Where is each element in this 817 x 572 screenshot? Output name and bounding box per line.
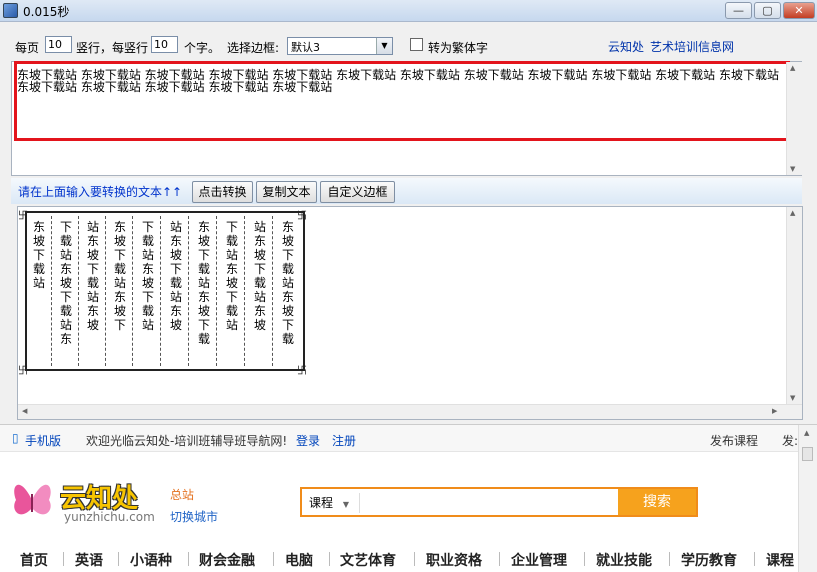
close-button[interactable]: ✕: [783, 2, 815, 19]
output-column: 站 东坡下载站 东坡: [81, 216, 106, 366]
post-trunc-link[interactable]: 发:: [782, 432, 798, 449]
copy-button[interactable]: 复制文本: [256, 181, 317, 203]
search-button[interactable]: 搜索: [618, 489, 696, 515]
per-column-label: 竖行，每竖行: [76, 41, 149, 55]
column-text: 下载站 东坡下载站: [142, 220, 155, 332]
search-type-value: 课程: [309, 496, 334, 510]
output-column: 东坡下载站: [27, 216, 52, 366]
nav-divider: [329, 552, 330, 566]
scroll-down-icon[interactable]: ▼: [790, 165, 795, 173]
nav-item[interactable]: 学历教育: [681, 550, 737, 570]
column-text: 东坡下载站 东坡下载: [282, 220, 295, 346]
input-hint: 请在上面输入要转换的文本↑↑: [18, 185, 183, 199]
column-text: 站 东坡下载站 东坡: [87, 220, 100, 332]
chars-label: 个字。: [184, 41, 221, 55]
per-page-label: 每页: [15, 41, 40, 55]
search-bar: 课程 ▼ 搜索: [300, 487, 698, 517]
nav-item[interactable]: 职业资格: [426, 550, 482, 570]
nav-divider: [118, 552, 119, 566]
chars-input[interactable]: 10: [151, 36, 178, 53]
link-yunzhichu[interactable]: 云知处: [608, 38, 644, 55]
border-label: 选择边框:: [227, 41, 280, 55]
link-art-training[interactable]: 艺术培训信息网: [650, 38, 734, 55]
nav-item[interactable]: 财会金融: [199, 550, 255, 570]
nav-divider: [414, 552, 415, 566]
mobile-link[interactable]: 手机版: [25, 432, 61, 449]
border-select-value: 默认3: [291, 41, 320, 54]
traditional-checkbox[interactable]: [410, 38, 423, 51]
nav-item[interactable]: 课程: [766, 550, 794, 570]
chevron-down-icon[interactable]: ▼: [376, 38, 392, 54]
input-text: 东坡下载站 东坡下载站 东坡下载站 东坡下载站 东坡下载站 东坡下载站 东坡下载…: [17, 68, 779, 94]
column-text: 东坡下载站: [33, 220, 46, 290]
scroll-thumb[interactable]: [802, 447, 813, 461]
site-domain: yunzhichu.com: [64, 510, 155, 524]
output-scrollbar[interactable]: ▲ ▼: [786, 207, 802, 404]
input-scrollbar[interactable]: ▲ ▼: [786, 62, 802, 175]
column-text: 下载站 东坡下载站: [226, 220, 239, 332]
traditional-label: 转为繁体字: [428, 41, 489, 55]
nav-item[interactable]: 就业技能: [596, 550, 652, 570]
scroll-up-icon[interactable]: ▲: [790, 64, 795, 72]
nav-divider: [188, 552, 189, 566]
welcome-text: 欢迎光临云知处-培训班辅导班导航网!: [86, 434, 288, 448]
nav-item[interactable]: 英语: [75, 550, 103, 570]
minimize-button[interactable]: —: [725, 2, 752, 19]
output-column: 下载站 东坡下载站: [220, 216, 245, 366]
output-hscrollbar[interactable]: ◀ ▶: [18, 404, 802, 419]
column-text: 站 东坡下载站 东坡: [170, 220, 183, 332]
nav-divider: [584, 552, 585, 566]
nav-item[interactable]: 文艺体育: [340, 550, 396, 570]
maximize-button[interactable]: ▢: [754, 2, 781, 19]
register-link[interactable]: 注册: [332, 432, 356, 449]
scroll-up-icon[interactable]: ▲: [790, 209, 795, 217]
chevron-down-icon: ▼: [342, 500, 349, 509]
scroll-up-icon[interactable]: ▲: [804, 429, 809, 437]
scroll-right-icon[interactable]: ▶: [772, 407, 777, 415]
window-title: 0.015秒: [23, 5, 70, 19]
column-text: 东坡下载站 东坡下: [114, 220, 127, 332]
scroll-left-icon[interactable]: ◀: [22, 407, 27, 415]
nav-item[interactable]: 小语种: [130, 550, 172, 570]
nav-item[interactable]: 首页: [20, 550, 48, 570]
output-column: 下载站 东坡下载站 东: [54, 216, 79, 366]
column-text: 下载站 东坡下载站 东: [60, 220, 73, 346]
output-column: 东坡下载站 东坡下: [108, 216, 133, 366]
app-icon: [3, 3, 18, 18]
title-bar: [0, 0, 817, 22]
output-column: 东坡下载站 东坡下载: [276, 216, 301, 366]
search-type-select[interactable]: 课程 ▼: [304, 493, 360, 513]
nav-divider: [754, 552, 755, 566]
column-text: 东坡下载站 东坡下载: [198, 220, 211, 346]
convert-button[interactable]: 点击转换: [192, 181, 253, 203]
post-course-link[interactable]: 发布课程: [710, 432, 758, 449]
nav-divider: [499, 552, 500, 566]
output-column: 站 东坡下载站 东坡: [248, 216, 273, 366]
butterfly-logo-icon: [14, 484, 51, 515]
phone-icon: ▯: [12, 431, 19, 445]
border-select[interactable]: 默认3 ▼: [287, 37, 393, 55]
nav-item[interactable]: 企业管理: [511, 550, 567, 570]
nav-divider: [669, 552, 670, 566]
output-column: 下载站 东坡下载站: [136, 216, 161, 366]
web-scrollbar[interactable]: ▲: [798, 425, 817, 572]
output-column: 站 东坡下载站 东坡: [164, 216, 189, 366]
output-column: 东坡下载站 东坡下载: [192, 216, 217, 366]
nav-divider: [273, 552, 274, 566]
scroll-down-icon[interactable]: ▼: [790, 394, 795, 402]
nav-item[interactable]: 电脑: [285, 550, 313, 570]
column-text: 站 东坡下载站 东坡: [254, 220, 267, 332]
login-link[interactable]: 登录: [296, 432, 320, 449]
custom-border-button[interactable]: 自定义边框: [320, 181, 395, 203]
switch-city-link[interactable]: 切换城市: [170, 508, 218, 525]
nav-divider: [63, 552, 64, 566]
rows-input[interactable]: 10: [45, 36, 72, 53]
hq-link[interactable]: 总站: [170, 486, 194, 503]
